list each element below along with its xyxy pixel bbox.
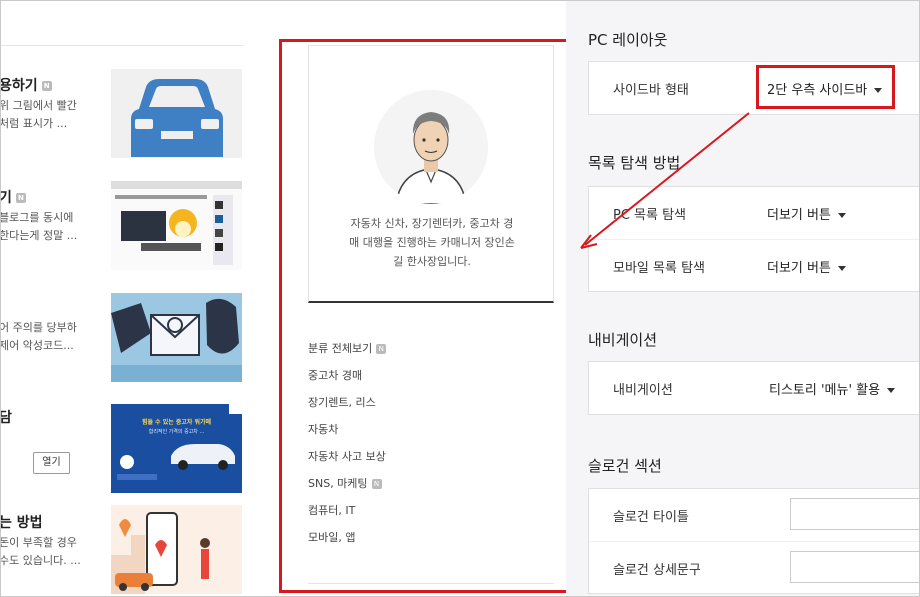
setting-label: 슬로건 상세문구 — [613, 563, 701, 578]
category-item[interactable]: SNS, 마케팅 N — [308, 472, 554, 499]
new-badge: N — [371, 479, 382, 489]
category-item[interactable]: 자동차 — [308, 418, 554, 445]
list-nav-box: PC 목록 탐색 더보기 버튼 모바일 목록 탐색 더보기 버튼 — [588, 186, 919, 292]
category-item[interactable]: 분류 전체보기 N — [308, 337, 554, 364]
section-title-pc-layout: PC 레이아웃 — [588, 31, 668, 49]
screenshot-collage-thumbnail[interactable] — [111, 181, 242, 270]
category-item[interactable]: 컴퓨터, IT — [308, 499, 554, 526]
post-desc: 돈이 부족할 경우 수도 있습니다. ... — [0, 536, 81, 567]
new-badge: N — [41, 81, 52, 91]
category-item[interactable]: 자동차 사고 보상 — [308, 445, 554, 472]
caret-down-icon — [837, 266, 846, 271]
caret-down-icon — [887, 388, 896, 393]
setting-row: PC 목록 탐색 더보기 버튼 — [589, 187, 919, 239]
new-badge: N — [15, 193, 26, 203]
slogan-title-input[interactable] — [790, 498, 919, 530]
used-car-ad-thumbnail[interactable]: 힘들 수 있는 중고차 워가메 합리적인 가격의 중고차 ... — [111, 404, 242, 493]
open-button[interactable]: 열기 — [33, 452, 70, 474]
select-highlight-box — [756, 65, 895, 109]
post-title[interactable]: 는 방법 — [1, 512, 43, 532]
caret-down-icon — [837, 213, 846, 218]
mobile-list-nav-select[interactable]: 더보기 버튼 — [767, 257, 846, 276]
pc-list-nav-select[interactable]: 더보기 버튼 — [767, 204, 846, 223]
screenshot-frame: 용하기 N 위 그림에서 빨간 처럼 표시가 ... 기N 블로그를 동시에 한다는게… — [0, 0, 920, 597]
post-desc: 어 주의를 당부하 제어 악성코드... — [0, 321, 77, 352]
setting-label: PC 목록 탐색 — [613, 208, 687, 223]
post-title[interactable]: 담 — [1, 407, 12, 427]
slogan-box: 슬로건 타이틀 슬로건 상세문구 — [588, 488, 919, 594]
setting-row: 슬로건 타이틀 — [589, 489, 919, 541]
post-desc: 위 그림에서 빨간 처럼 표시가 ... — [0, 99, 77, 130]
car-icon[interactable] — [111, 69, 242, 158]
divider — [1, 45, 243, 46]
section-title-list-nav: 목록 탐색 방법 — [588, 154, 681, 172]
setting-row: 슬로건 상세문구 — [589, 541, 919, 593]
slogan-detail-input[interactable] — [790, 551, 919, 583]
category-item[interactable]: 모바일, 앱 — [308, 526, 554, 553]
setting-row: 모바일 목록 탐색 더보기 버튼 — [589, 239, 919, 291]
setting-row: 내비게이션 티스토리 '메뉴' 활용 — [589, 362, 919, 414]
category-item[interactable]: 중고차 경매 — [308, 364, 554, 391]
post-desc: 블로그를 동시에 한다는게 정말 ... — [0, 211, 78, 242]
setting-label: 모바일 목록 탐색 — [613, 261, 705, 276]
navigation-box: 내비게이션 티스토리 '메뉴' 활용 — [588, 361, 919, 415]
category-item[interactable]: 장기렌트, 리스 — [308, 391, 554, 418]
divider — [308, 583, 554, 584]
blog-post-list: 용하기 N 위 그림에서 빨간 처럼 표시가 ... 기N 블로그를 동시에 한다는게… — [0, 1, 251, 596]
post-title[interactable]: 용하기 N — [1, 75, 52, 95]
post-title[interactable]: 기N — [1, 187, 26, 207]
setting-label: 사이드바 형태 — [613, 83, 689, 98]
email-malware-thumbnail[interactable] — [111, 293, 242, 382]
new-badge: N — [376, 344, 387, 354]
section-title-navigation: 내비게이션 — [588, 331, 658, 349]
category-list: 분류 전체보기 N 중고차 경매 장기렌트, 리스 자동차 자동차 사고 보상 S… — [308, 337, 554, 553]
profile-card: 자동차 신차, 장기렌터카, 중고차 경 매 대행을 진행하는 카매니저 장인손… — [308, 45, 554, 303]
setting-label: 내비게이션 — [613, 383, 673, 398]
setting-label: 슬로건 타이틀 — [613, 510, 689, 525]
section-title-slogan: 슬로건 섹션 — [588, 457, 662, 475]
navigation-select[interactable]: 티스토리 '메뉴' 활용 — [769, 379, 896, 398]
mobile-map-thumbnail[interactable] — [111, 505, 242, 594]
sidebar-preview: 자동차 신차, 장기렌터카, 중고차 경 매 대행을 진행하는 카매니저 장인손… — [251, 1, 570, 596]
profile-avatar[interactable] — [374, 90, 488, 204]
profile-description: 자동차 신차, 장기렌터카, 중고차 경 매 대행을 진행하는 카매니저 장인손… — [349, 217, 515, 268]
